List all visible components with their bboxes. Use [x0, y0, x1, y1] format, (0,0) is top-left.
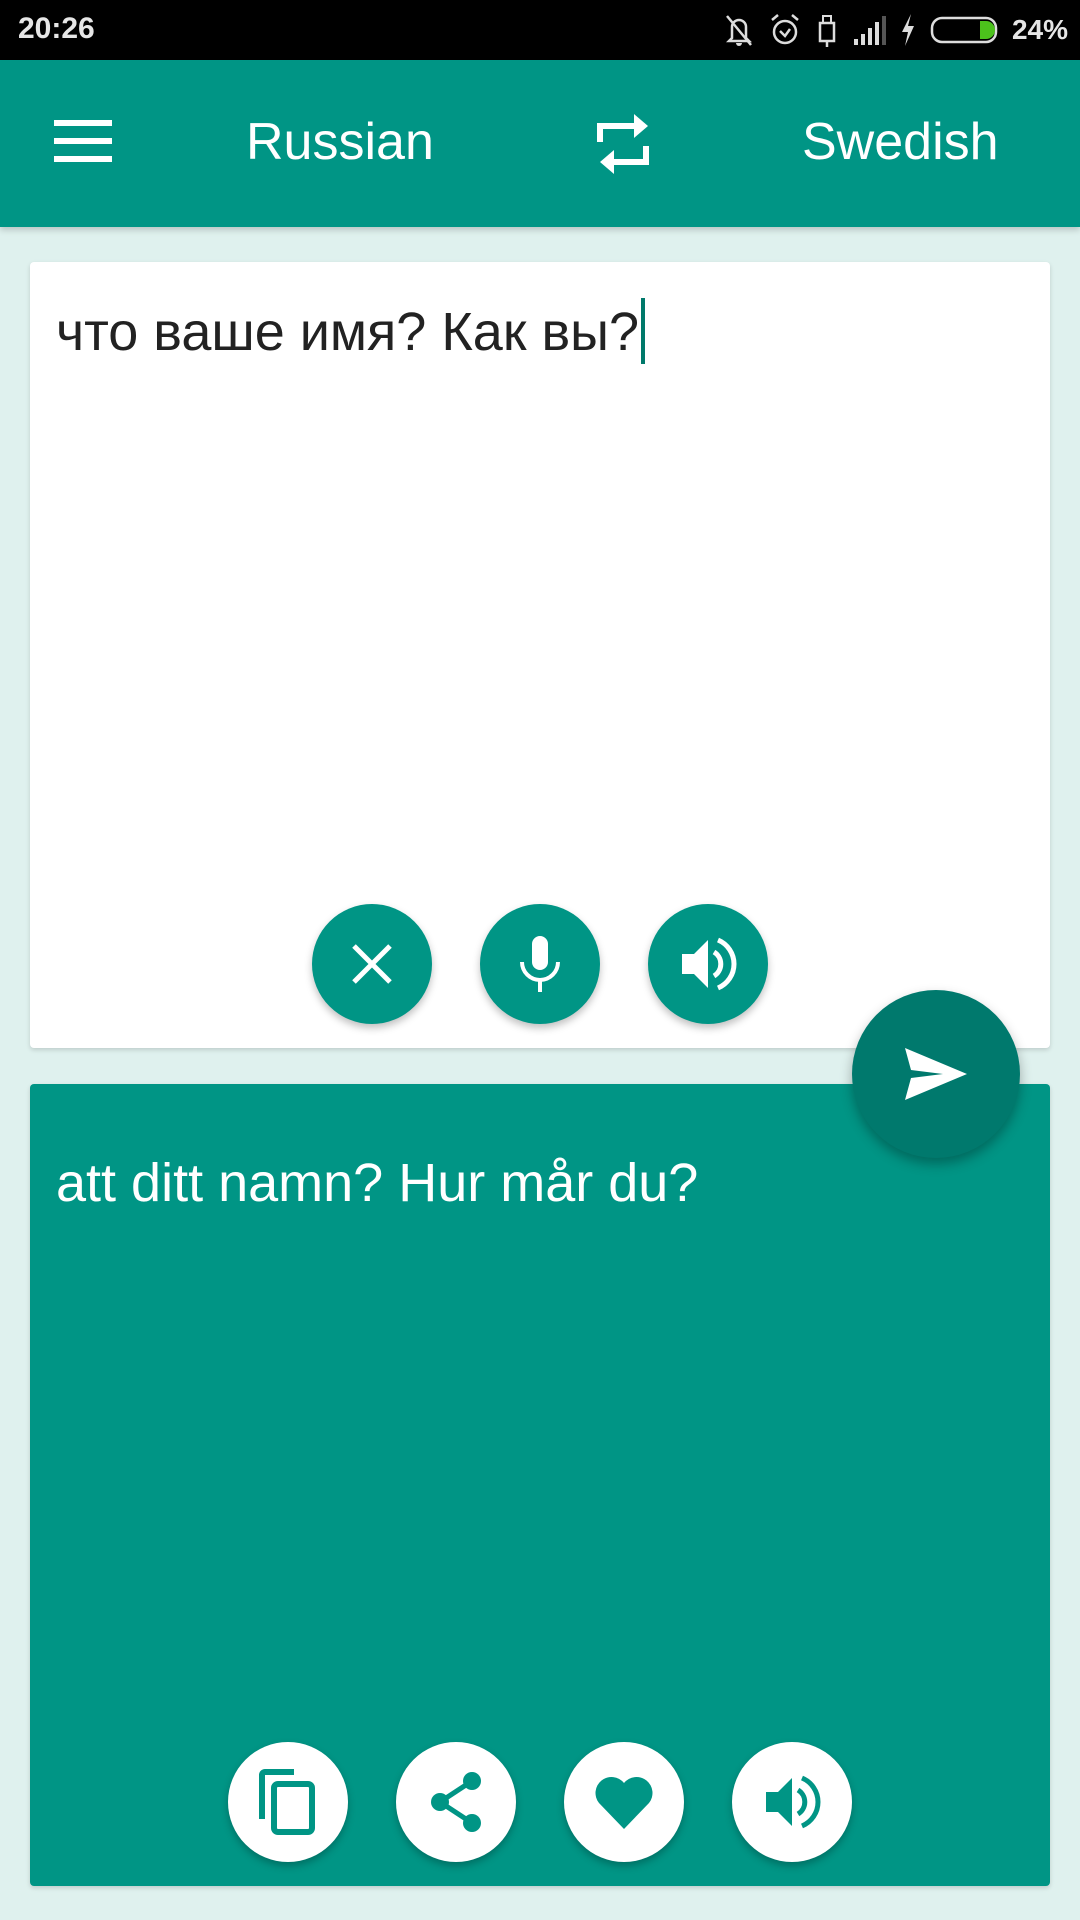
speaker-icon [766, 1775, 821, 1829]
translate-button[interactable] [852, 990, 1020, 1158]
copy-button[interactable] [228, 1742, 348, 1862]
hamburger-menu-icon [54, 120, 112, 162]
speaker-icon [682, 937, 737, 991]
battery-icon [930, 15, 1000, 45]
app-bar: Russian Swedish [0, 60, 1080, 227]
swap-languages-icon [597, 114, 649, 174]
voice-input-button[interactable] [480, 904, 600, 1024]
close-icon [352, 944, 392, 984]
heart-icon [595, 1776, 653, 1829]
charging-icon [898, 12, 918, 48]
source-text: что ваше имя? Как вы? [56, 302, 639, 362]
share-button[interactable] [396, 1742, 516, 1862]
clear-button[interactable] [312, 904, 432, 1024]
copy-icon [259, 1769, 315, 1835]
send-icon [905, 1048, 967, 1100]
notifications-off-icon [722, 12, 756, 48]
battery-percent: 24% [1011, 14, 1068, 45]
status-time: 20:26 [18, 12, 95, 45]
speak-output-button[interactable] [732, 1742, 852, 1862]
signal-icon [852, 15, 886, 45]
menu-button[interactable] [54, 120, 112, 162]
target-language-selector[interactable]: Swedish [802, 112, 999, 172]
translated-text: att ditt namn? Hur mår du? [56, 1153, 699, 1213]
output-card: att ditt namn? Hur mår du? [30, 1084, 1050, 1886]
alarm-icon [768, 12, 802, 48]
text-cursor [640, 298, 645, 364]
favorite-button[interactable] [564, 1742, 684, 1862]
status-bar: 20:26 24% [0, 0, 1080, 60]
source-language-selector[interactable]: Russian [246, 112, 434, 172]
input-card: что ваше имя? Как вы? [30, 262, 1050, 1048]
microphone-icon [520, 936, 560, 992]
swap-languages-button[interactable] [594, 112, 654, 176]
speak-input-button[interactable] [648, 904, 768, 1024]
usb-icon [814, 12, 840, 48]
status-icons: 24% [722, 10, 1068, 50]
share-icon [431, 1772, 481, 1832]
source-text-input[interactable]: что ваше имя? Как вы? [56, 298, 645, 364]
